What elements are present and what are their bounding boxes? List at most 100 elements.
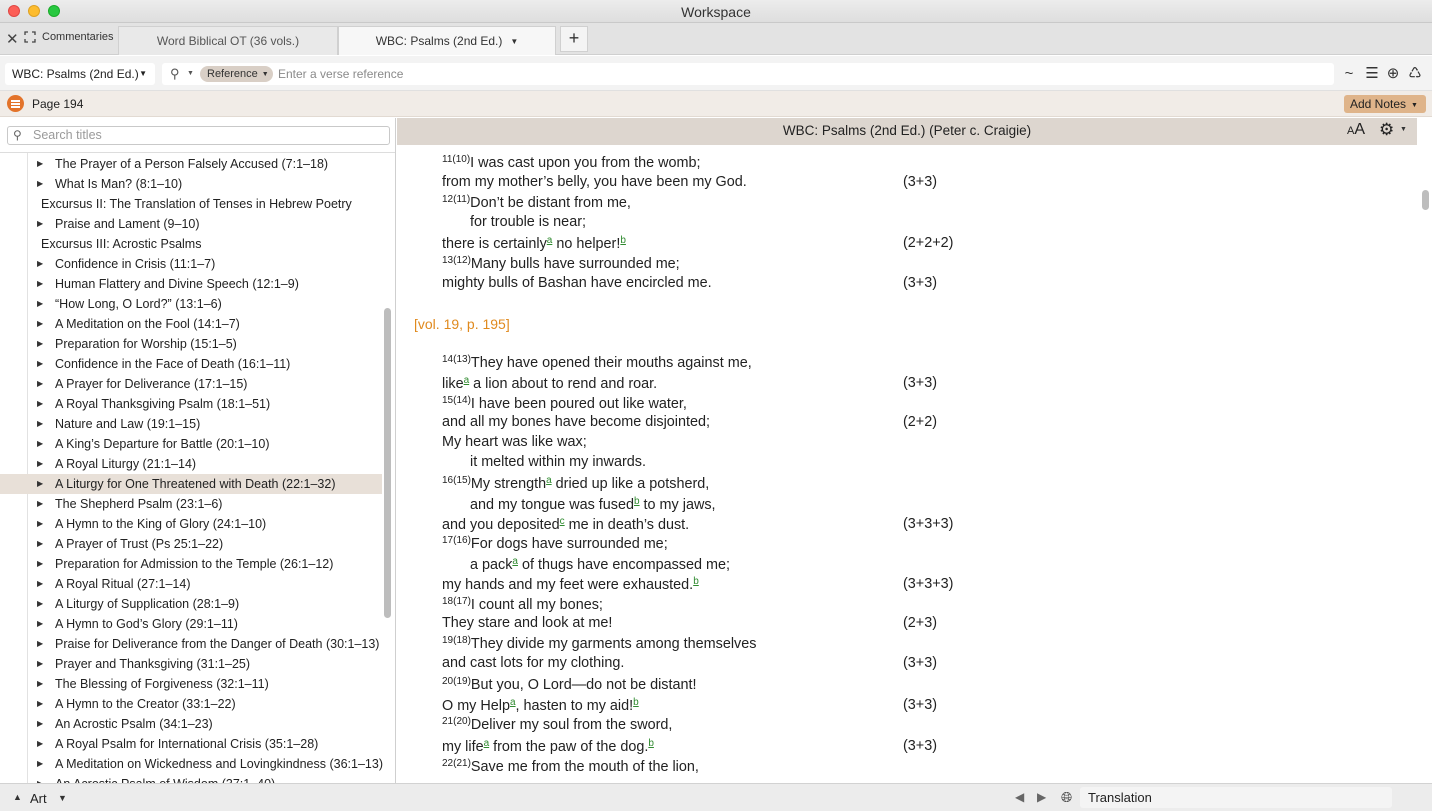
expand-triangle-icon[interactable]: ▶: [37, 734, 43, 754]
chevron-down-icon[interactable]: ▼: [58, 793, 67, 803]
toc-item[interactable]: ▶ Preparation for Worship (15:1–5): [0, 334, 382, 354]
footnote-link[interactable]: b: [648, 738, 654, 749]
toc-item[interactable]: ▶ A Hymn to the King of Glory (24:1–10): [0, 514, 382, 534]
toc-item[interactable]: ▶ A Prayer of Trust (Ps 25:1–22): [0, 534, 382, 554]
toc-item[interactable]: Excursus III: Acrostic Psalms: [0, 234, 382, 254]
verse-number[interactable]: 14(13): [442, 354, 471, 365]
verse-number[interactable]: 17(16): [442, 535, 471, 546]
toc-item[interactable]: ▶ Confidence in the Face of Death (16:1–1…: [0, 354, 382, 374]
verse-number[interactable]: 22(21): [442, 758, 471, 769]
expand-triangle-icon[interactable]: ▶: [37, 534, 43, 554]
wave-icon[interactable]: ~: [1340, 65, 1358, 83]
toc-item[interactable]: ▶ Human Flattery and Divine Speech (12:1–…: [0, 274, 382, 294]
tab-wbc-psalms[interactable]: WBC: Psalms (2nd Ed.) ▼: [338, 26, 556, 55]
sidebar-scrollbar[interactable]: [384, 308, 391, 618]
expand-triangle-icon[interactable]: ▶: [37, 754, 43, 774]
expand-triangle-icon[interactable]: ▶: [37, 214, 43, 234]
footnote-link[interactable]: b: [693, 576, 699, 587]
toc-item[interactable]: ▶ A Hymn to God’s Glory (29:1–11): [0, 614, 382, 634]
chevron-down-icon[interactable]: ▼: [1400, 126, 1407, 133]
expand-triangle-icon[interactable]: ▶: [37, 614, 43, 634]
expand-triangle-icon[interactable]: ▶: [37, 674, 43, 694]
globe-icon[interactable]: 🌐︎: [1061, 789, 1072, 806]
chevron-down-icon[interactable]: ▼: [510, 37, 518, 46]
toc-item[interactable]: ▶ A Royal Liturgy (21:1–14): [0, 454, 382, 474]
footnote-link[interactable]: b: [633, 697, 639, 708]
toc-item[interactable]: ▶ A Liturgy of Supplication (28:1–9): [0, 594, 382, 614]
list-icon[interactable]: ☰: [1363, 65, 1381, 83]
search-icon[interactable]: ⚲: [170, 66, 180, 82]
expand-triangle-icon[interactable]: ▶: [37, 354, 43, 374]
expand-triangle-icon[interactable]: ▶: [37, 594, 43, 614]
expand-triangle-icon[interactable]: ▶: [37, 494, 43, 514]
verse-number[interactable]: 12(11): [442, 194, 470, 205]
expand-triangle-icon[interactable]: ▶: [37, 414, 43, 434]
toc-item[interactable]: ▶ Nature and Law (19:1–15): [0, 414, 382, 434]
expand-triangle-icon[interactable]: ▶: [37, 774, 43, 783]
expand-triangle-icon[interactable]: ▶: [37, 174, 43, 194]
chevron-down-icon[interactable]: ▼: [187, 65, 194, 83]
resource-selector[interactable]: WBC: Psalms (2nd Ed.) ▼: [5, 63, 155, 85]
gear-icon[interactable]: ⚙: [1379, 120, 1394, 140]
expand-triangle-icon[interactable]: ▶: [37, 694, 43, 714]
toc-item[interactable]: ▶ Praise for Deliverance from the Danger …: [0, 634, 382, 654]
toc-item[interactable]: ▶ A Liturgy for One Threatened with Death…: [0, 474, 382, 494]
toc-item[interactable]: ▶ A Hymn to the Creator (33:1–22): [0, 694, 382, 714]
toc-item[interactable]: ▶ The Shepherd Psalm (23:1–6): [0, 494, 382, 514]
verse-number[interactable]: 18(17): [442, 596, 471, 607]
verse-number[interactable]: 15(14): [442, 395, 471, 406]
expand-triangle-icon[interactable]: ▶: [37, 654, 43, 674]
verse-number[interactable]: 20(19): [442, 676, 471, 687]
toc-item[interactable]: ▶ An Acrostic Psalm of Wisdom (37:1–40): [0, 774, 382, 783]
verse-number[interactable]: 13(12): [442, 255, 471, 266]
expand-triangle-icon[interactable]: ▶: [37, 314, 43, 334]
footnote-link[interactable]: b: [620, 235, 626, 246]
expand-triangle-icon[interactable]: ▶: [37, 714, 43, 734]
translation-selector[interactable]: Translation: [1080, 787, 1392, 808]
recycle-icon[interactable]: ♺: [1406, 65, 1424, 83]
expand-triangle-icon[interactable]: ▶: [37, 274, 43, 294]
toc-item[interactable]: ▶ A Royal Psalm for International Crisis …: [0, 734, 382, 754]
contents-list-icon[interactable]: [7, 95, 24, 112]
verse-reference-input[interactable]: [274, 65, 1324, 83]
expand-triangle-icon[interactable]: ▶: [37, 154, 43, 174]
toc-item[interactable]: ▶ Confidence in Crisis (11:1–7): [0, 254, 382, 274]
toc-item[interactable]: ▶ A King’s Departure for Battle (20:1–10): [0, 434, 382, 454]
expand-triangle-icon[interactable]: ▶: [37, 574, 43, 594]
toc-item[interactable]: ▶ A Meditation on the Fool (14:1–7): [0, 314, 382, 334]
verse-number[interactable]: 21(20): [442, 716, 471, 727]
expand-triangle-icon[interactable]: ▶: [37, 634, 43, 654]
add-notes-button[interactable]: Add Notes ▼: [1344, 95, 1426, 113]
forward-arrow-icon[interactable]: ▶: [1037, 790, 1046, 804]
back-arrow-icon[interactable]: ◀: [1015, 790, 1024, 804]
expand-triangle-icon[interactable]: ▶: [37, 554, 43, 574]
toc-item[interactable]: ▶ A Royal Ritual (27:1–14): [0, 574, 382, 594]
toc-item[interactable]: ▶ A Royal Thanksgiving Psalm (18:1–51): [0, 394, 382, 414]
toc-item[interactable]: ▶ An Acrostic Psalm (34:1–23): [0, 714, 382, 734]
toc-item[interactable]: ▶ Praise and Lament (9–10): [0, 214, 382, 234]
expand-triangle-icon[interactable]: ▶: [37, 374, 43, 394]
close-panel-icon[interactable]: ✕: [6, 30, 19, 48]
verse-number[interactable]: 16(15): [442, 475, 471, 486]
expand-triangle-icon[interactable]: ▶: [37, 254, 43, 274]
toc-item[interactable]: ▶ A Prayer for Deliverance (17:1–15): [0, 374, 382, 394]
toc-item[interactable]: ▶ Preparation for Admission to the Temple…: [0, 554, 382, 574]
art-panel-label[interactable]: Art: [30, 791, 47, 806]
expand-triangle-icon[interactable]: ▶: [37, 334, 43, 354]
font-size-icon[interactable]: AA: [1347, 121, 1365, 139]
add-circle-icon[interactable]: ⊕: [1384, 65, 1402, 83]
expand-triangle-icon[interactable]: ▶: [37, 394, 43, 414]
reference-type-dropdown[interactable]: Reference ▼: [200, 66, 273, 82]
toc-item[interactable]: ▶ The Blessing of Forgiveness (32:1–11): [0, 674, 382, 694]
expand-triangle-icon[interactable]: ▶: [37, 434, 43, 454]
chevron-up-icon[interactable]: ▲: [13, 792, 22, 802]
verse-number[interactable]: 19(18): [442, 635, 471, 646]
toc-item[interactable]: Excursus II: The Translation of Tenses i…: [0, 194, 382, 214]
toc-item[interactable]: ▶ A Meditation on Wickedness and Lovingki…: [0, 754, 383, 774]
reader-scrollbar[interactable]: [1422, 190, 1429, 210]
expand-triangle-icon[interactable]: ▶: [37, 294, 43, 314]
verse-number[interactable]: 11(10): [442, 154, 470, 165]
expand-triangle-icon[interactable]: ▶: [37, 454, 43, 474]
expand-panel-icon[interactable]: [24, 31, 36, 43]
toc-item[interactable]: ▶ The Prayer of a Person Falsely Accused …: [0, 154, 382, 174]
